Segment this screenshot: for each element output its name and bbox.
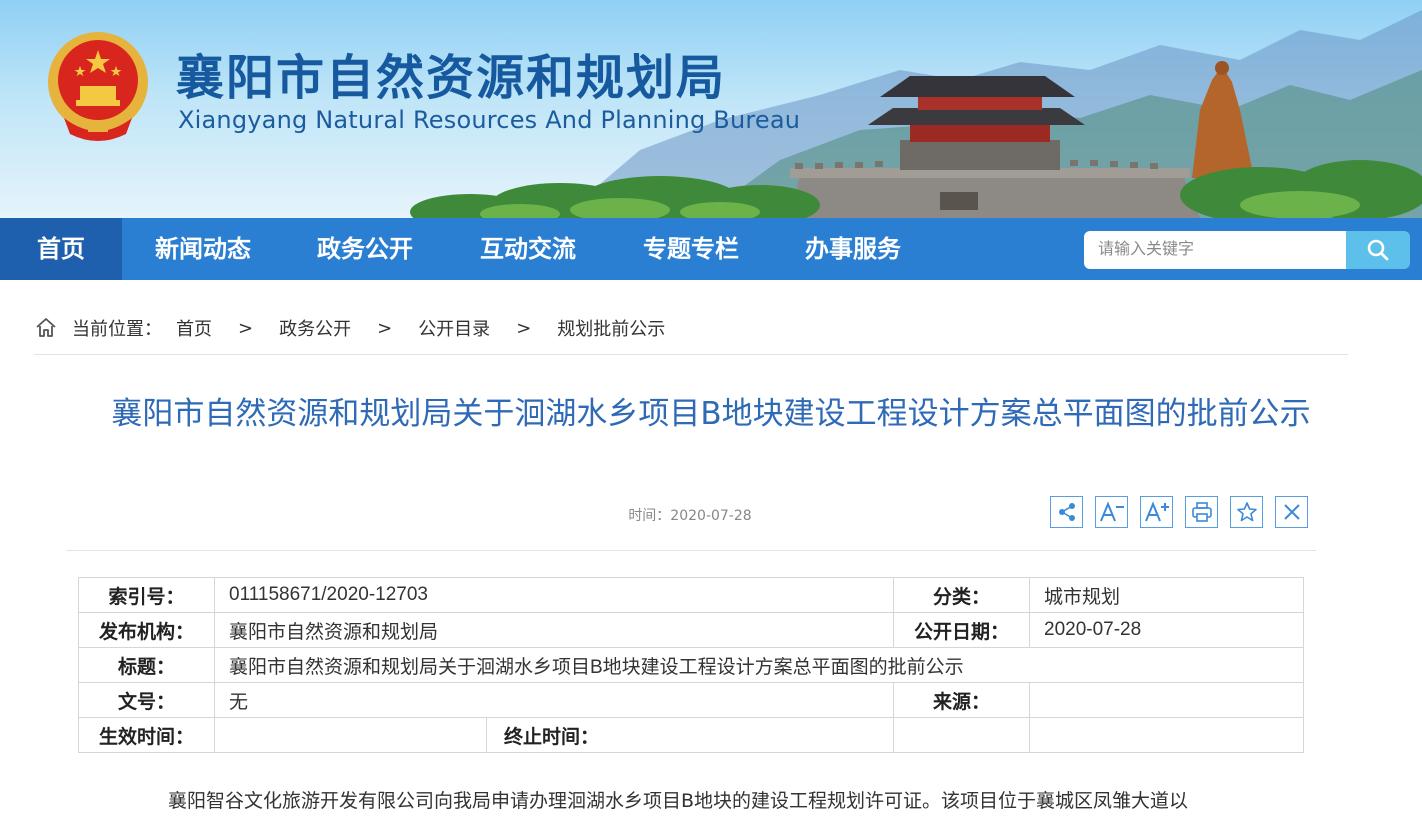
close-button[interactable] <box>1275 496 1308 528</box>
category-label: 分类： <box>893 577 1030 613</box>
share-icon <box>1058 503 1075 521</box>
breadcrumb-label: 当前位置： <box>72 319 162 340</box>
breadcrumb-item-home[interactable]: 首页 <box>176 315 212 341</box>
doc-number-value: 无 <box>214 682 894 718</box>
category-value: 城市规划 <box>1029 577 1304 613</box>
divider <box>66 550 1316 551</box>
nav-item-topics[interactable]: 专题专栏 <box>626 218 756 280</box>
font-decrease-button[interactable] <box>1095 496 1128 528</box>
favorite-icon <box>1236 502 1257 522</box>
table-row: 生效时间： 终止时间： <box>78 717 1304 753</box>
favorite-button[interactable] <box>1230 496 1263 528</box>
index-value: 011158671/2020-12703 <box>214 577 894 613</box>
subject-label: 标题： <box>78 647 215 683</box>
search-input[interactable] <box>1084 231 1348 269</box>
effective-date-value <box>214 717 487 753</box>
font-decrease-icon <box>1099 501 1124 522</box>
share-button[interactable] <box>1050 496 1083 528</box>
nav-item-interaction[interactable]: 互动交流 <box>463 218 593 280</box>
font-increase-icon <box>1144 501 1169 522</box>
breadcrumb-separator: > <box>516 317 532 339</box>
nav-item-gov-info[interactable]: 政务公开 <box>300 218 430 280</box>
search-button[interactable] <box>1346 231 1410 269</box>
table-row: 文号： 无 来源： <box>78 682 1304 718</box>
document-meta-table: 索引号： 011158671/2020-12703 分类： 城市规划 发布机构：… <box>78 577 1304 753</box>
nav-item-services[interactable]: 办事服务 <box>788 218 918 280</box>
article-time: 时间：2020-07-28 <box>628 508 752 524</box>
breadcrumb-item-gov-info[interactable]: 政务公开 <box>279 315 351 341</box>
publisher-value: 襄阳市自然资源和规划局 <box>214 612 894 648</box>
breadcrumb-separator: > <box>238 317 254 339</box>
publisher-label: 发布机构： <box>78 612 215 648</box>
home-icon <box>36 318 56 337</box>
site-subtitle: Xiangyang Natural Resources And Planning… <box>178 106 801 134</box>
table-row: 索引号： 011158671/2020-12703 分类： 城市规划 <box>78 577 1304 613</box>
nav-item-home[interactable]: 首页 <box>0 218 122 280</box>
breadcrumb-item-current[interactable]: 规划批前公示 <box>557 315 665 341</box>
print-button[interactable] <box>1185 496 1218 528</box>
main-nav: 首页 新闻动态 政务公开 互动交流 专题专栏 办事服务 <box>0 218 1422 280</box>
breadcrumb-item-catalog[interactable]: 公开目录 <box>418 315 490 341</box>
nav-item-news[interactable]: 新闻动态 <box>138 218 268 280</box>
source-value <box>1029 682 1304 718</box>
effective-date-label: 生效时间： <box>78 717 215 753</box>
close-icon <box>1283 504 1300 520</box>
subject-value: 襄阳市自然资源和规划局关于洄湖水乡项目B地块建设工程设计方案总平面图的批前公示 <box>214 647 1304 683</box>
search-icon <box>1367 239 1389 261</box>
empty-cell <box>1029 717 1304 753</box>
article-title: 襄阳市自然资源和规划局关于洄湖水乡项目B地块建设工程设计方案总平面图的批前公示 <box>111 396 1311 432</box>
divider <box>34 354 1348 355</box>
site-banner: 襄阳市自然资源和规划局 Xiangyang Natural Resources … <box>0 0 1422 218</box>
national-emblem-icon <box>48 32 148 141</box>
index-label: 索引号： <box>78 577 215 613</box>
expire-date-label: 终止时间： <box>486 717 894 753</box>
publish-date-value: 2020-07-28 <box>1029 612 1304 648</box>
doc-number-label: 文号： <box>78 682 215 718</box>
site-title: 襄阳市自然资源和规划局 <box>176 50 727 106</box>
publish-date-label: 公开日期： <box>893 612 1030 648</box>
source-label: 来源： <box>893 682 1030 718</box>
article-toolbar <box>1050 496 1308 528</box>
breadcrumb: 当前位置： 首页 > 政务公开 > 公开目录 > 规划批前公示 <box>34 312 665 344</box>
table-row: 标题： 襄阳市自然资源和规划局关于洄湖水乡项目B地块建设工程设计方案总平面图的批… <box>78 647 1304 683</box>
expire-date-value <box>893 717 1030 753</box>
breadcrumb-separator: > <box>377 317 393 339</box>
font-increase-button[interactable] <box>1140 496 1173 528</box>
print-icon <box>1191 502 1212 522</box>
article-body: 襄阳智谷文化旅游开发有限公司向我局申请办理洄湖水乡项目B地块的建设工程规划许可证… <box>168 790 1189 812</box>
table-row: 发布机构： 襄阳市自然资源和规划局 公开日期： 2020-07-28 <box>78 612 1304 648</box>
search-box <box>1084 231 1410 269</box>
